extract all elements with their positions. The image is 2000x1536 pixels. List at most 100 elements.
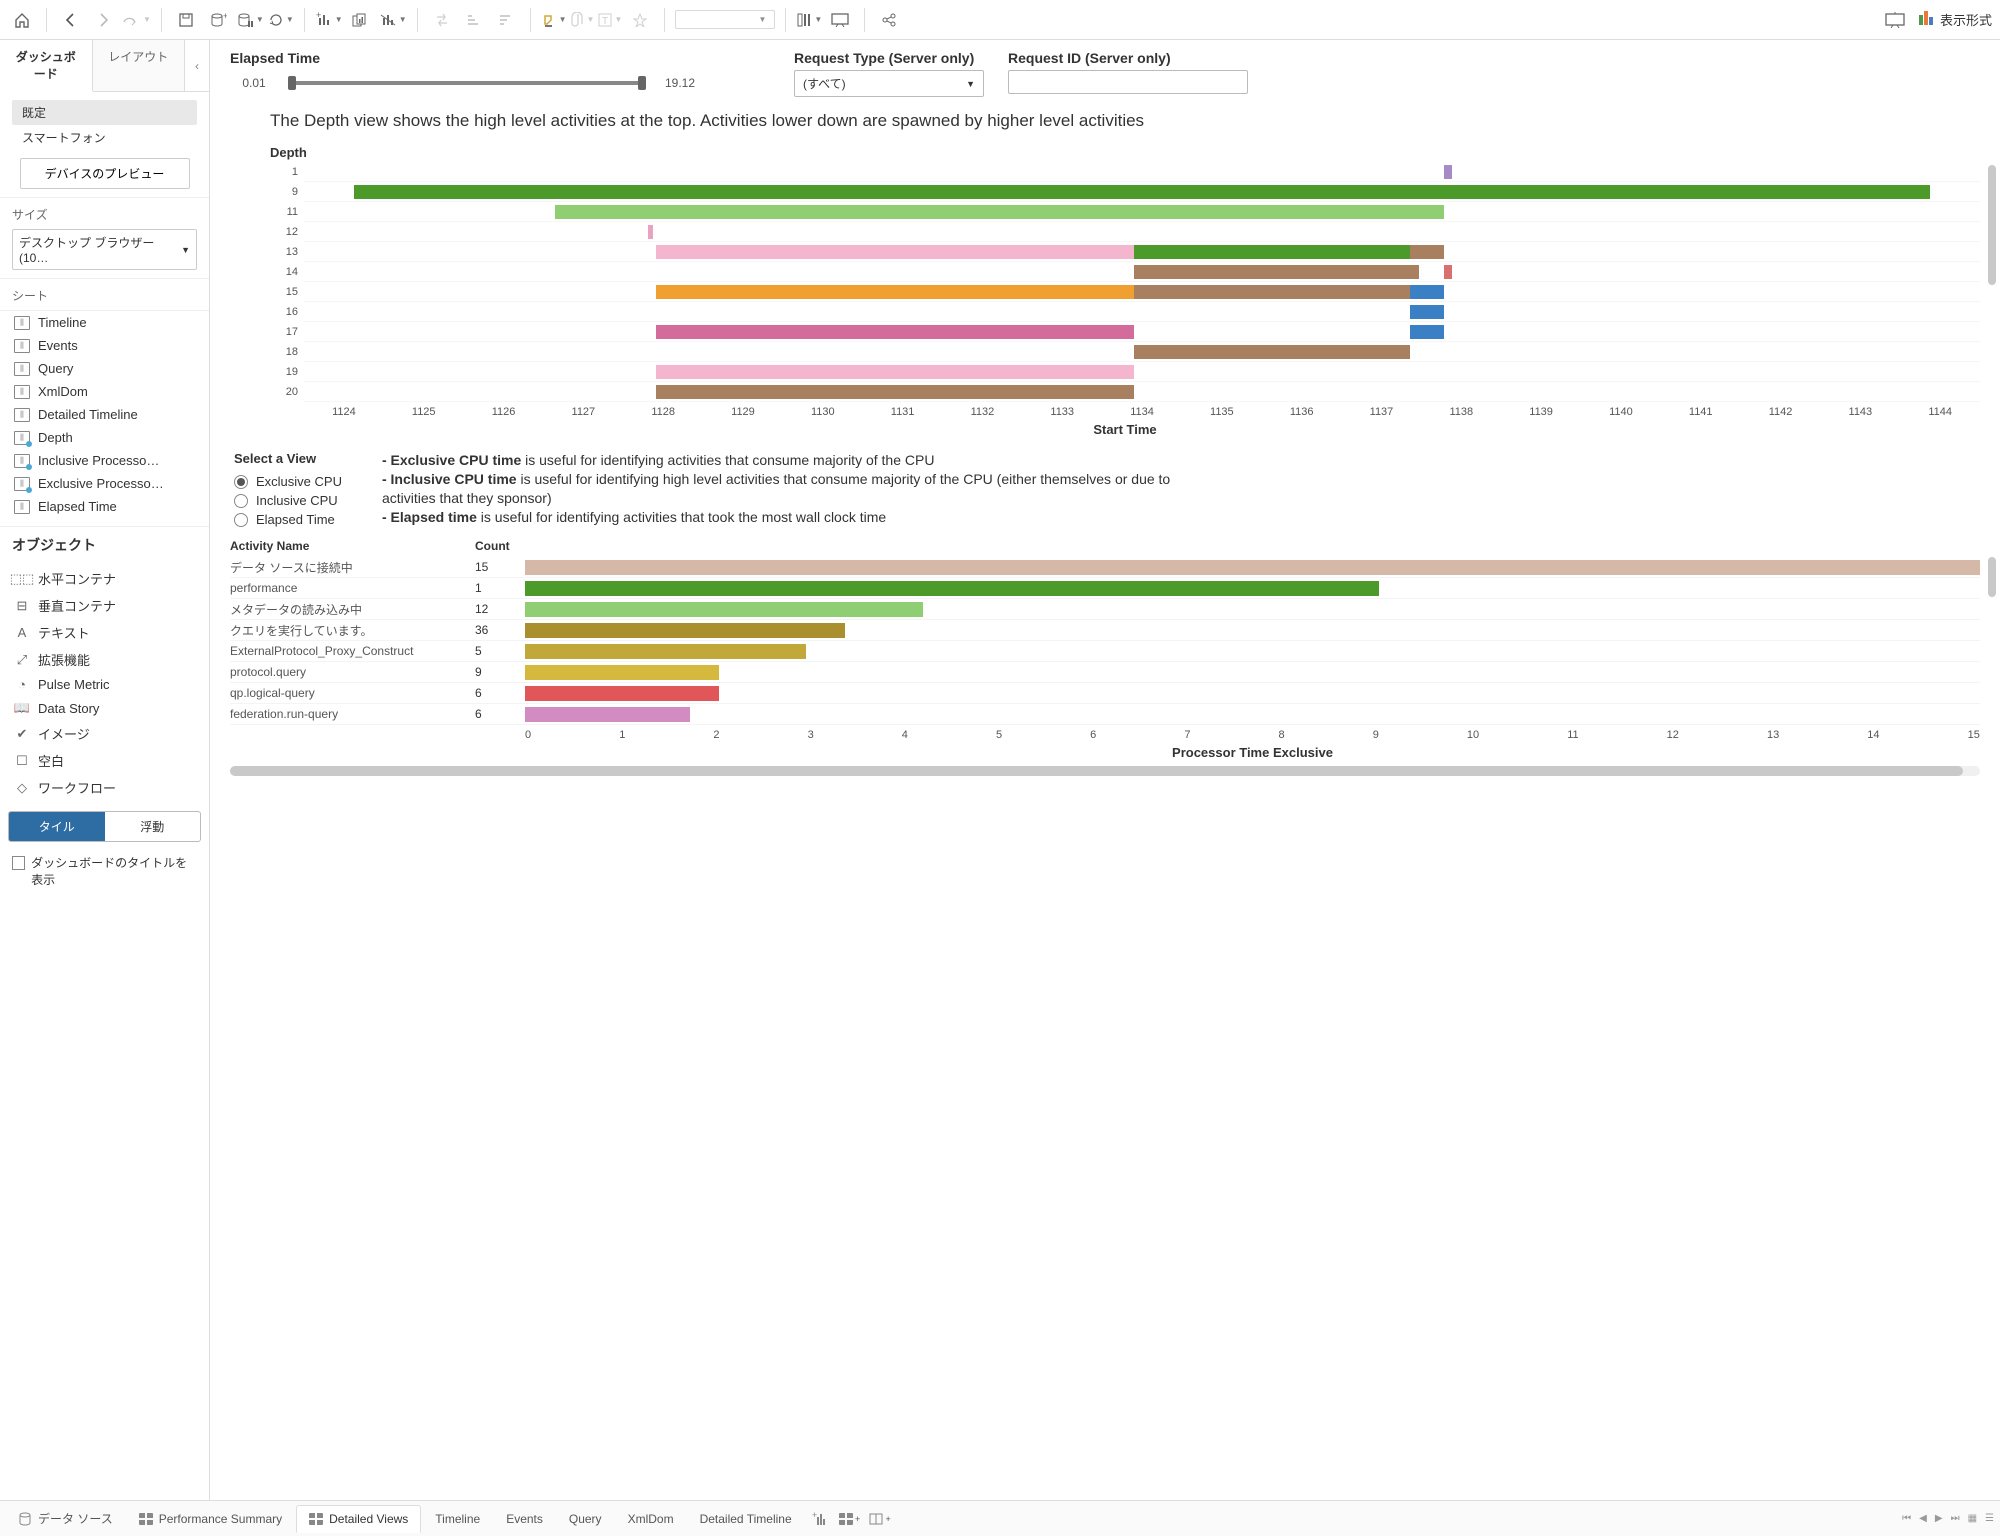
- pause-updates-icon[interactable]: ▼: [236, 12, 264, 28]
- object-item[interactable]: ◔Pulse Metric: [0, 673, 209, 696]
- object-item[interactable]: 📖Data Story: [0, 696, 209, 720]
- swap-icon[interactable]: [428, 6, 456, 34]
- sort-desc-icon[interactable]: [492, 6, 520, 34]
- activity-bar[interactable]: [525, 665, 719, 680]
- show-me-button[interactable]: 表示形式: [1919, 10, 1992, 29]
- gantt-bar[interactable]: [1134, 345, 1411, 359]
- refresh-icon[interactable]: ▼: [268, 12, 294, 28]
- sheet-item[interactable]: ⫼Depth: [0, 426, 209, 449]
- label-icon[interactable]: T▼: [598, 13, 622, 27]
- activity-bar[interactable]: [525, 581, 1379, 596]
- datasource-tab[interactable]: データ ソース: [6, 1504, 125, 1533]
- gantt-bar[interactable]: [1410, 305, 1444, 319]
- device-smartphone[interactable]: スマートフォン: [12, 125, 197, 150]
- elapsed-slider[interactable]: 0.01 19.12: [230, 76, 770, 90]
- next-sheet-icon[interactable]: ▶: [1935, 1513, 1943, 1524]
- sheet-item[interactable]: ⫼Detailed Timeline: [0, 403, 209, 426]
- gantt-bar[interactable]: [656, 325, 1134, 339]
- device-preview-button[interactable]: デバイスのプレビュー: [20, 158, 190, 189]
- new-datasource-icon[interactable]: +: [204, 6, 232, 34]
- object-item[interactable]: ⊟垂直コンテナ: [0, 592, 209, 619]
- gantt-bar[interactable]: [1410, 325, 1444, 339]
- prev-sheet-icon[interactable]: ◀: [1919, 1513, 1927, 1524]
- bottom-tab[interactable]: Detailed Timeline: [688, 1505, 804, 1532]
- forward-icon[interactable]: [89, 6, 117, 34]
- activity-row[interactable]: クエリを実行しています。36: [230, 620, 1980, 641]
- activity-bar[interactable]: [525, 686, 719, 701]
- highlight-icon[interactable]: ▼: [541, 12, 567, 28]
- activity-row[interactable]: ExternalProtocol_Proxy_Construct5: [230, 641, 1980, 662]
- object-item[interactable]: Aテキスト: [0, 619, 209, 646]
- size-select[interactable]: デスクトップ ブラウザー (10… ▼: [12, 229, 197, 270]
- sort-asc-icon[interactable]: [460, 6, 488, 34]
- gantt-bar[interactable]: [1444, 265, 1452, 279]
- object-item[interactable]: ✔イメージ: [0, 720, 209, 747]
- tab-layout[interactable]: レイアウト: [93, 40, 186, 91]
- save-icon[interactable]: [172, 6, 200, 34]
- gantt-bar[interactable]: [354, 185, 1929, 199]
- share-icon[interactable]: [875, 6, 903, 34]
- home-icon[interactable]: [8, 6, 36, 34]
- slider-thumb-right[interactable]: [638, 76, 646, 90]
- bottom-tab[interactable]: XmlDom: [616, 1505, 686, 1532]
- first-sheet-icon[interactable]: ⏮: [1902, 1513, 1911, 1524]
- sheet-item[interactable]: ⫼Elapsed Time: [0, 495, 209, 518]
- tile-button[interactable]: タイル: [9, 812, 105, 841]
- object-item[interactable]: ⬚⬚水平コンテナ: [0, 565, 209, 592]
- last-sheet-icon[interactable]: ⏭: [1951, 1513, 1960, 1524]
- slider-track[interactable]: [292, 81, 642, 85]
- back-icon[interactable]: [57, 6, 85, 34]
- collapse-sidebar-icon[interactable]: ‹: [185, 40, 209, 91]
- new-dashboard-icon[interactable]: +: [836, 1505, 864, 1533]
- show-cards-icon[interactable]: ▼: [796, 12, 822, 28]
- sheet-nav-controls[interactable]: ⏮ ◀ ▶ ⏭ ▦ ☰: [1902, 1513, 1994, 1524]
- undo-redo-dropdown[interactable]: ▼: [121, 14, 151, 26]
- bottom-tab[interactable]: Query: [557, 1505, 614, 1532]
- new-worksheet-icon[interactable]: +▼: [315, 12, 343, 28]
- sheet-item[interactable]: ⫼Query: [0, 357, 209, 380]
- reqtype-dropdown[interactable]: (すべて) ▼: [794, 70, 984, 97]
- sheet-item[interactable]: ⫼Timeline: [0, 311, 209, 334]
- show-title-checkbox[interactable]: ダッシュボードのタイトルを表示: [0, 848, 209, 900]
- gantt-bar[interactable]: [648, 225, 653, 239]
- bottom-tab[interactable]: Timeline: [423, 1505, 492, 1532]
- view-radio-exclusive-cpu[interactable]: Exclusive CPU: [234, 472, 342, 491]
- gantt-bar[interactable]: [656, 365, 1134, 379]
- activity-row[interactable]: protocol.query9: [230, 662, 1980, 683]
- bottom-tab[interactable]: Detailed Views: [296, 1505, 421, 1533]
- activity-row[interactable]: データ ソースに接続中15: [230, 557, 1980, 578]
- presentation-icon[interactable]: [826, 6, 854, 34]
- device-default[interactable]: 既定: [12, 100, 197, 125]
- activity-scrollbar[interactable]: [1988, 557, 1996, 597]
- gantt-bar[interactable]: [1134, 245, 1411, 259]
- activity-row[interactable]: メタデータの読み込み中12: [230, 599, 1980, 620]
- bottom-tab[interactable]: Performance Summary: [127, 1505, 294, 1532]
- activity-bar[interactable]: [525, 644, 806, 659]
- object-item[interactable]: ⤢拡張機能: [0, 646, 209, 673]
- fit-dropdown[interactable]: ▼: [675, 10, 775, 29]
- clear-sheet-icon[interactable]: ▼: [379, 12, 407, 28]
- gantt-bar[interactable]: [555, 205, 1443, 219]
- float-button[interactable]: 浮動: [105, 812, 201, 841]
- sheet-grid-icon[interactable]: ▦: [1968, 1513, 1977, 1524]
- sheet-item[interactable]: ⫼Events: [0, 334, 209, 357]
- new-story-icon[interactable]: +: [866, 1505, 894, 1533]
- gantt-bar[interactable]: [1134, 285, 1411, 299]
- sheet-list-icon[interactable]: ☰: [1985, 1513, 1994, 1524]
- slider-thumb-left[interactable]: [288, 76, 296, 90]
- gantt-bar[interactable]: [656, 285, 1134, 299]
- gantt-bar[interactable]: [1410, 285, 1444, 299]
- depth-scrollbar[interactable]: [1988, 165, 1996, 285]
- reqid-input[interactable]: [1008, 70, 1248, 94]
- view-radio-inclusive-cpu[interactable]: Inclusive CPU: [234, 491, 342, 510]
- activity-bar[interactable]: [525, 707, 690, 722]
- view-radio-elapsed-time[interactable]: Elapsed Time: [234, 510, 342, 529]
- gantt-bar[interactable]: [1134, 265, 1419, 279]
- present-icon[interactable]: [1881, 6, 1909, 34]
- activity-bar[interactable]: [525, 623, 845, 638]
- gantt-plot[interactable]: [304, 162, 1980, 402]
- canvas-hscroll[interactable]: [230, 766, 1980, 776]
- activity-row[interactable]: qp.logical-query6: [230, 683, 1980, 704]
- attach-icon[interactable]: ▼: [571, 12, 595, 28]
- activity-bar[interactable]: [525, 602, 923, 617]
